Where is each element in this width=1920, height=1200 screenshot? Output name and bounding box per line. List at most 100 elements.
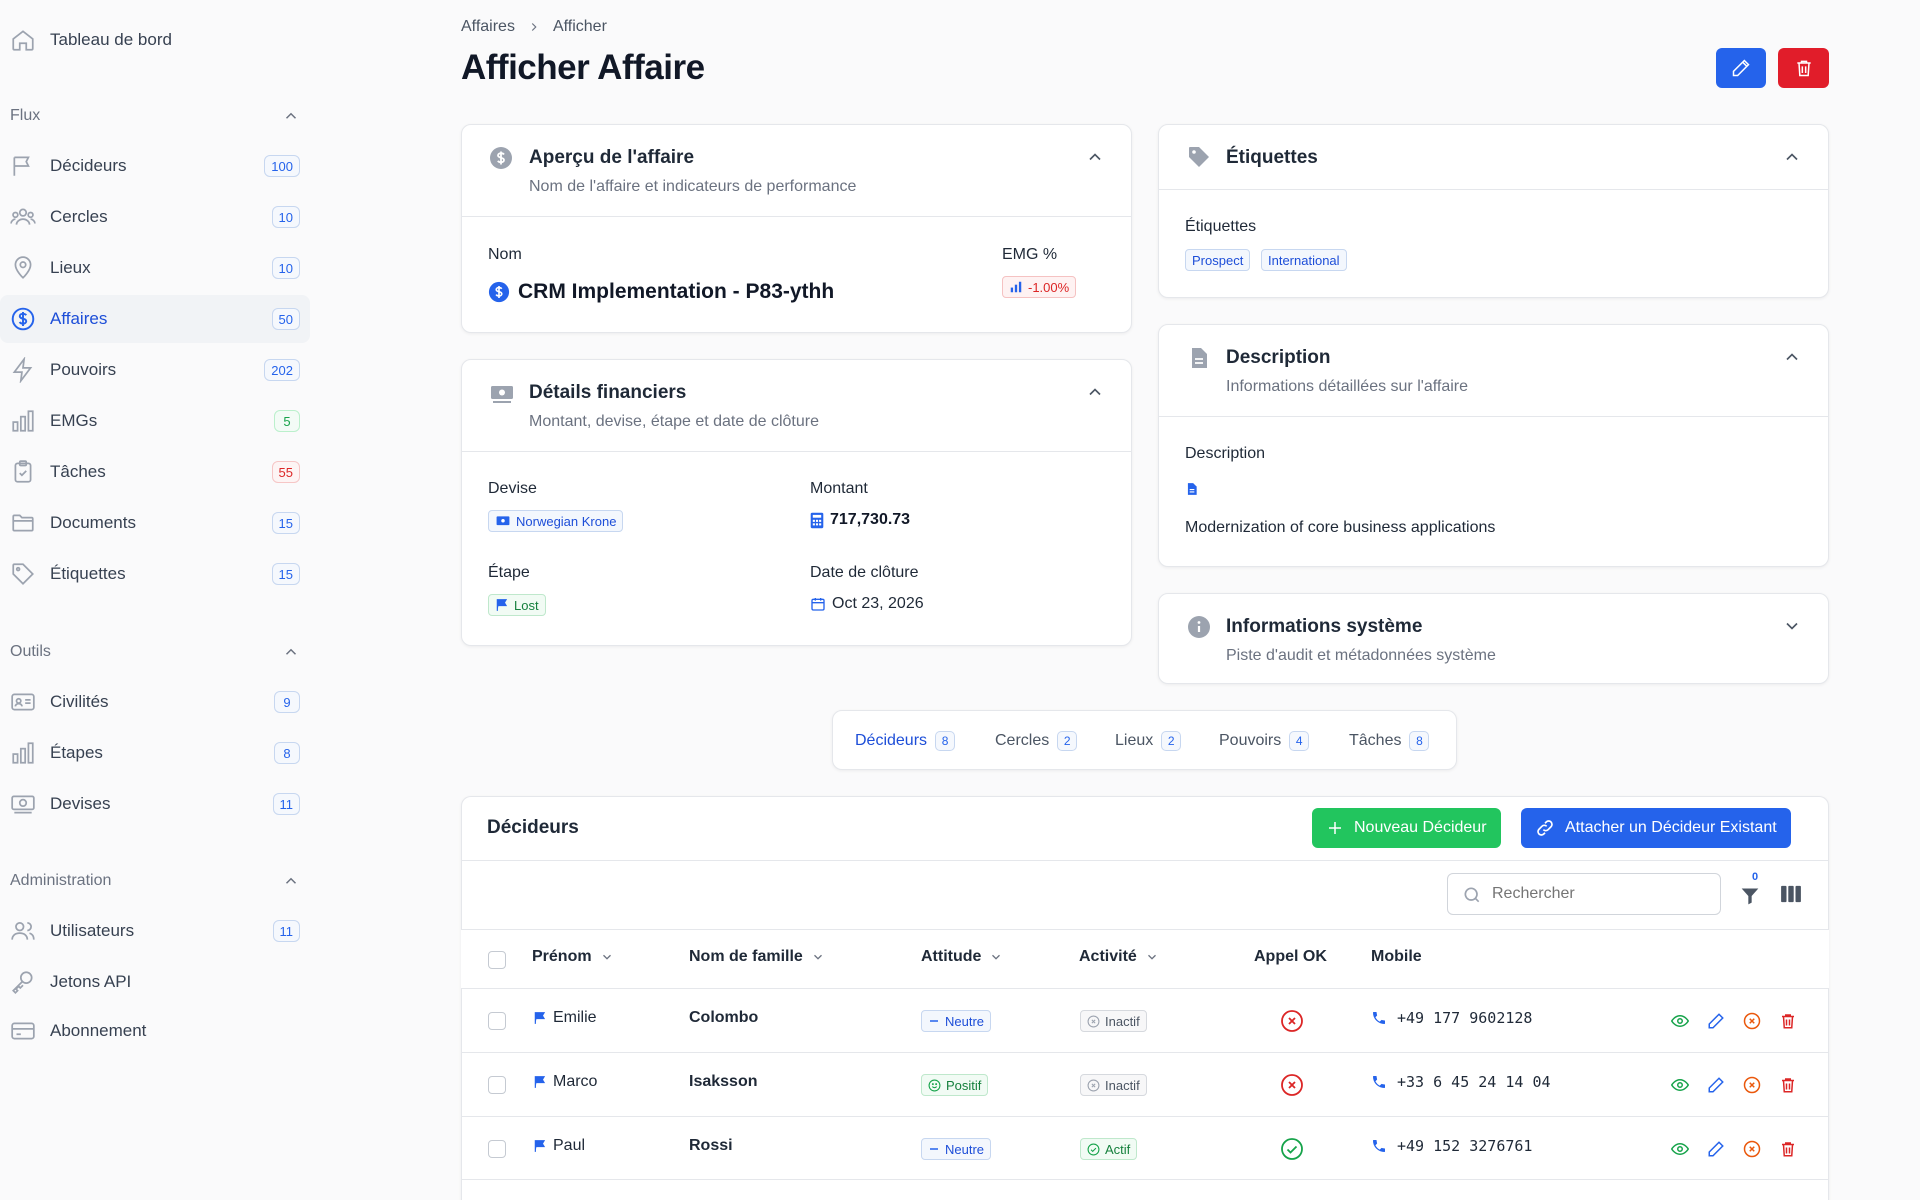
sidebar-item-etiquettes[interactable]: Étiquettes 15 [0, 550, 310, 598]
info-circle-icon [1188, 616, 1210, 638]
eye-icon[interactable] [1671, 1076, 1689, 1094]
cell-mobile[interactable]: +33 6 45 24 14 04 [1371, 1073, 1551, 1091]
overview-card: Aperçu de l'affaire Nom de l'affaire et … [461, 124, 1132, 333]
tab-pouvoirs[interactable]: Pouvoirs 4 [1219, 728, 1310, 754]
sidebar-item-jetons-api[interactable]: Jetons API [0, 958, 310, 1006]
card-subtitle: Montant, devise, étape et date de clôtur… [529, 413, 819, 430]
sidebar-group-administration[interactable]: Administration [10, 869, 300, 893]
row-checkbox[interactable] [488, 1012, 506, 1030]
phone-icon [1373, 1140, 1385, 1152]
pencil-icon[interactable] [1707, 1012, 1725, 1030]
attach-decideur-button[interactable]: Attacher un Décideur Existant [1521, 808, 1791, 848]
column-header-prenom[interactable]: Prénom [532, 948, 614, 966]
trash-icon[interactable] [1779, 1012, 1797, 1030]
deal-name: CRM Implementation - P83-ythh [488, 280, 834, 304]
chevron-up-icon[interactable] [1085, 382, 1105, 402]
table-row[interactable]: Paul Rossi Neutre Actif +49 152 3276761 [461, 1116, 1829, 1180]
sidebar-group-outils[interactable]: Outils [10, 640, 300, 664]
filter-button[interactable]: 0 [1740, 871, 1762, 906]
system-info-card[interactable]: Informations système Piste d'audit et mé… [1158, 593, 1829, 684]
sidebar-item-etapes[interactable]: Étapes 8 [0, 729, 310, 777]
attitude-value: Neutre [945, 1013, 985, 1029]
eye-icon[interactable] [1671, 1012, 1689, 1030]
cell-mobile[interactable]: +49 177 9602128 [1371, 1009, 1532, 1027]
sidebar-item-documents[interactable]: Documents 15 [0, 499, 310, 547]
columns-button[interactable] [1780, 885, 1802, 905]
new-decideur-button[interactable]: Nouveau Décideur [1312, 808, 1501, 848]
card-header[interactable]: Détails financiers Montant, devise, étap… [462, 360, 1131, 452]
bar-chart-icon [1010, 281, 1022, 293]
x-circle-icon[interactable] [1743, 1012, 1761, 1030]
table-row[interactable]: Emilie Colombo Neutre Inactif +49 177 96… [461, 988, 1829, 1052]
pencil-icon[interactable] [1707, 1140, 1725, 1158]
sidebar-item-civilites[interactable]: Civilités 9 [0, 678, 310, 726]
count-badge: 50 [271, 308, 300, 330]
amount: 717,730.73 [810, 511, 910, 529]
group-label: Flux [10, 107, 41, 124]
group-label: Outils [10, 643, 51, 660]
column-label: Prénom [532, 948, 592, 965]
column-header-attitude[interactable]: Attitude [921, 948, 1003, 966]
trash-icon[interactable] [1779, 1140, 1797, 1158]
column-header-nom[interactable]: Nom de famille [689, 948, 825, 966]
chevron-up-icon[interactable] [1085, 147, 1105, 167]
sidebar-group-flux[interactable]: Flux [10, 104, 300, 128]
chevron-up-icon[interactable] [1782, 147, 1802, 167]
columns-icon [1781, 885, 1801, 903]
cell-mobile[interactable]: +49 152 3276761 [1371, 1137, 1532, 1155]
chevron-right-icon [531, 23, 537, 31]
search-field[interactable] [1447, 873, 1721, 915]
pencil-icon[interactable] [1707, 1076, 1725, 1094]
banknote-icon [491, 386, 513, 403]
sidebar-item-abonnement[interactable]: Abonnement [0, 1007, 310, 1055]
card-header[interactable]: Description Informations détaillées sur … [1159, 325, 1828, 417]
sidebar-item-cercles[interactable]: Cercles 10 [0, 193, 310, 241]
count-badge: 9 [274, 691, 300, 713]
sidebar: Tableau de bord Flux Décideurs 100 Cercl… [0, 0, 318, 1200]
sidebar-item-dashboard[interactable]: Tableau de bord [0, 16, 310, 64]
count-badge: 10 [271, 206, 300, 228]
sidebar-item-pouvoirs[interactable]: Pouvoirs 202 [0, 346, 310, 394]
tab-decideurs[interactable]: Décideurs 8 [855, 728, 956, 754]
sidebar-item-utilisateurs[interactable]: Utilisateurs 11 [0, 907, 310, 955]
chevron-down-icon[interactable] [1782, 616, 1802, 636]
column-label: Appel OK [1254, 948, 1327, 965]
table-row[interactable]: Marco Isaksson Positif Inactif +33 6 45 … [461, 1052, 1829, 1116]
sidebar-item-affaires[interactable]: Affaires 50 [0, 295, 310, 343]
count-badge: 11 [272, 793, 300, 815]
sidebar-item-label: Civilités [50, 692, 109, 711]
select-all-checkbox[interactable] [488, 951, 506, 969]
sidebar-item-taches[interactable]: Tâches 55 [0, 448, 310, 496]
attitude-badge: Positif [921, 1074, 989, 1096]
row-checkbox[interactable] [488, 1076, 506, 1094]
column-header-activite[interactable]: Activité [1079, 948, 1159, 966]
tab-taches[interactable]: Tâches 8 [1349, 728, 1430, 754]
trash-icon[interactable] [1779, 1076, 1797, 1094]
column-header-appel-ok[interactable]: Appel OK [1254, 948, 1327, 966]
chevron-up-icon[interactable] [1782, 347, 1802, 367]
row-checkbox[interactable] [488, 1140, 506, 1158]
sidebar-item-lieux[interactable]: Lieux 10 [0, 244, 310, 292]
activity-badge: Inactif [1080, 1010, 1147, 1032]
column-header-mobile[interactable]: Mobile [1371, 948, 1422, 966]
tab-lieux[interactable]: Lieux 2 [1115, 728, 1182, 754]
eye-icon[interactable] [1671, 1140, 1689, 1158]
breadcrumb-parent[interactable]: Affaires [461, 18, 515, 36]
sidebar-item-decideurs[interactable]: Décideurs 100 [0, 142, 310, 190]
sidebar-item-devises[interactable]: Devises 11 [0, 780, 310, 828]
edit-button[interactable] [1716, 48, 1766, 88]
relation-tabs: Décideurs 8 Cercles 2 Lieux 2 Pouvoirs 4 Tâc… [832, 710, 1457, 770]
mobile-value: +49 152 3276761 [1397, 1137, 1533, 1155]
card-header[interactable]: Étiquettes [1159, 125, 1828, 190]
document-icon [1187, 483, 1197, 495]
tab-cercles[interactable]: Cercles 2 [995, 728, 1078, 754]
search-input[interactable] [1492, 883, 1712, 905]
x-circle-icon[interactable] [1743, 1140, 1761, 1158]
delete-button[interactable] [1778, 48, 1829, 88]
bolt-icon [12, 357, 33, 383]
first-name: Emilie [553, 1009, 597, 1026]
card-header[interactable]: Aperçu de l'affaire Nom de l'affaire et … [462, 125, 1131, 217]
phone-icon [1373, 1012, 1385, 1024]
sidebar-item-emgs[interactable]: EMGs 5 [0, 397, 310, 445]
x-circle-icon[interactable] [1743, 1076, 1761, 1094]
